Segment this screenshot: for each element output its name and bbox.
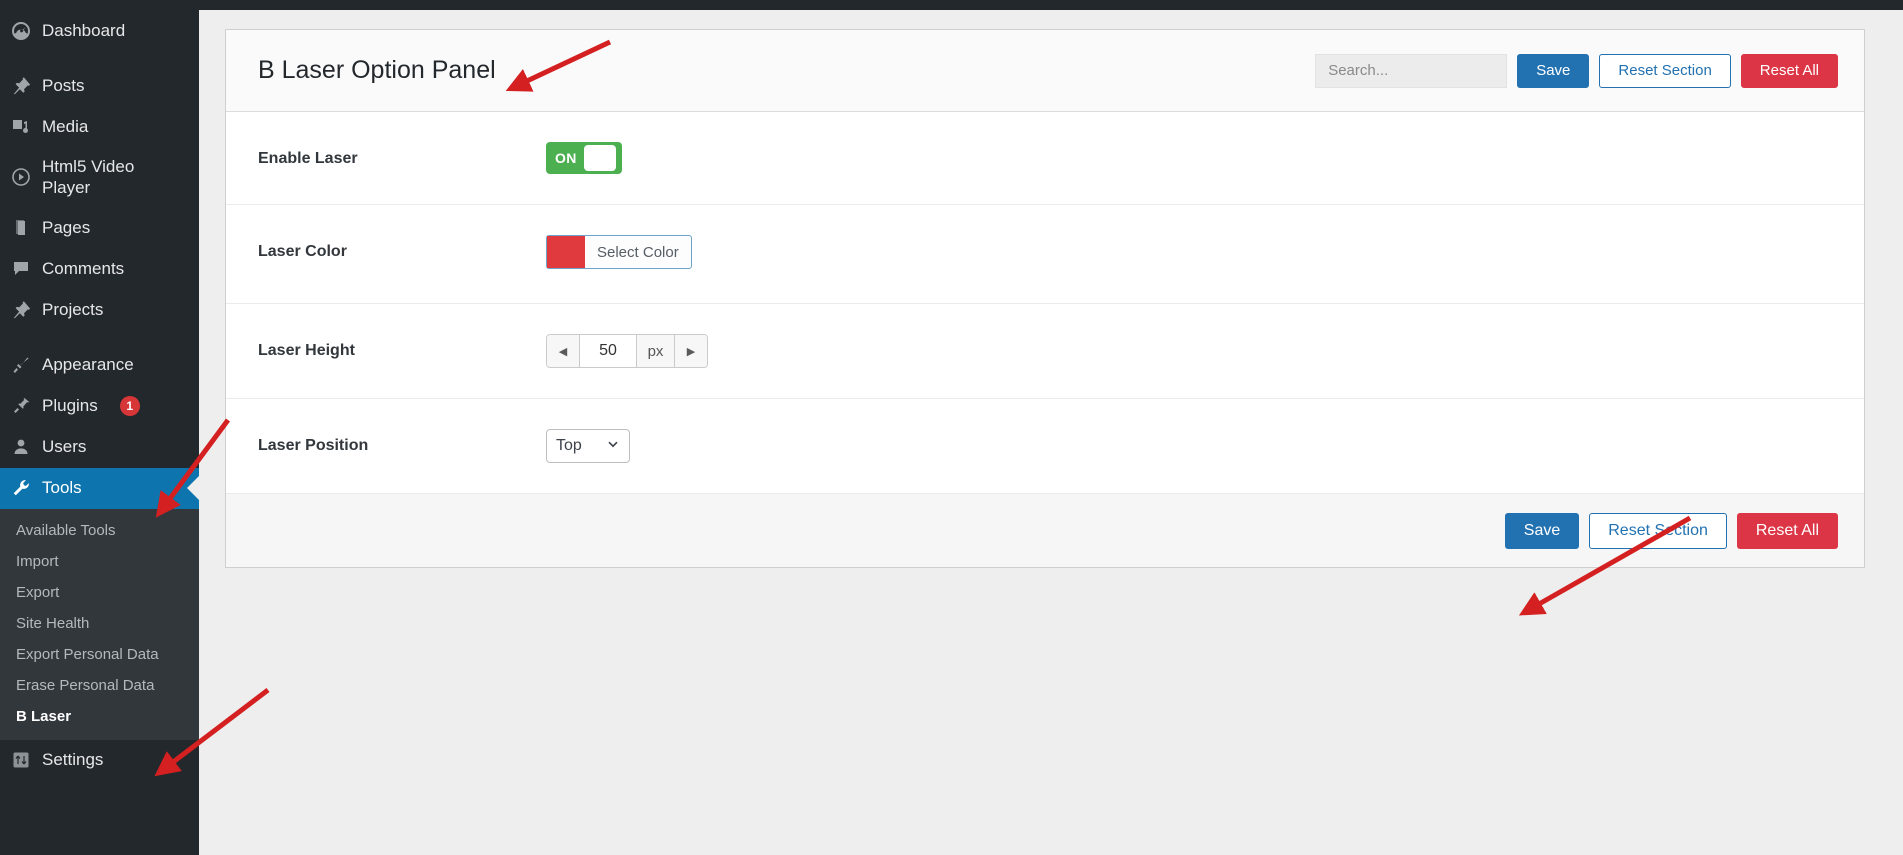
submenu-item-export[interactable]: Export	[0, 577, 199, 608]
submenu-item-b-laser[interactable]: B Laser	[0, 701, 199, 732]
reset-section-button-bottom[interactable]: Reset Section	[1589, 512, 1727, 549]
sidebar-item-label: Posts	[42, 75, 85, 95]
sliders-icon	[0, 750, 42, 770]
laser-position-select[interactable]: Top	[546, 429, 630, 463]
toggle-state-label: ON	[555, 150, 577, 166]
laser-height-input[interactable]	[580, 335, 636, 367]
panel-footer: Save Reset Section Reset All	[226, 494, 1864, 567]
toggle-knob	[583, 145, 616, 171]
plug-icon	[0, 396, 42, 416]
field-control: Top	[546, 429, 1838, 463]
sidebar-item-projects[interactable]: Projects	[0, 290, 199, 331]
option-panel: B Laser Option Panel Save Reset Section …	[225, 29, 1865, 568]
sidebar-divider	[0, 51, 199, 65]
sidebar-item-label: Dashboard	[42, 20, 126, 40]
panel-header: B Laser Option Panel Save Reset Section …	[226, 30, 1864, 112]
comment-icon	[0, 259, 42, 279]
sidebar-item-html5-video-player[interactable]: Html5 Video Player	[0, 147, 199, 208]
field-label: Enable Laser	[258, 150, 358, 167]
sidebar-item-label: Tools	[42, 478, 82, 498]
field-control: ◀ px ▶	[546, 334, 1838, 368]
laser-color-picker[interactable]: Select Color	[546, 235, 692, 269]
sidebar-item-label: Projects	[42, 300, 104, 320]
media-icon	[0, 117, 42, 137]
pages-icon	[0, 218, 42, 238]
sidebar-item-tools[interactable]: Tools	[0, 467, 199, 509]
reset-all-button-bottom[interactable]: Reset All	[1736, 512, 1838, 549]
search-input[interactable]	[1315, 53, 1508, 88]
sidebar-item-label: Media	[42, 116, 89, 136]
sidebar-item-label: Settings	[42, 750, 104, 770]
pin-icon	[0, 76, 42, 96]
sidebar-item-dashboard[interactable]: Dashboard	[0, 10, 199, 51]
submenu-item-available-tools[interactable]: Available Tools	[0, 515, 199, 546]
sidebar-item-label: Appearance	[42, 355, 134, 375]
increment-button[interactable]: ▶	[674, 335, 707, 367]
sidebar-item-label: Comments	[42, 259, 125, 279]
sidebar-item-settings[interactable]: Settings	[0, 740, 199, 781]
play-circle-icon	[0, 167, 42, 187]
field-label: Laser Color	[258, 243, 347, 260]
admin-sidebar: Dashboard Posts Media Html5 Video Player	[0, 0, 199, 855]
sidebar-item-label: Html5 Video Player	[42, 157, 135, 198]
user-icon	[0, 437, 42, 457]
color-swatch[interactable]	[547, 236, 585, 268]
sidebar-item-comments[interactable]: Comments	[0, 249, 199, 290]
panel-header-actions: Save Reset Section Reset All	[1315, 53, 1838, 88]
save-button-top[interactable]: Save	[1517, 53, 1590, 88]
decrement-button[interactable]: ◀	[547, 335, 580, 367]
plugins-update-badge: 1	[119, 396, 140, 416]
field-control: ON	[546, 142, 1838, 174]
tools-submenu: Available Tools Import Export Site Healt…	[0, 508, 199, 740]
laser-height-stepper: ◀ px ▶	[546, 334, 708, 368]
sidebar-item-label: Pages	[42, 218, 91, 238]
admin-page: Dashboard Posts Media Html5 Video Player	[0, 0, 1903, 855]
admin-bar	[0, 0, 1903, 10]
pin-icon	[0, 300, 42, 320]
page-title: B Laser Option Panel	[258, 56, 496, 84]
unit-label: px	[636, 335, 674, 367]
field-laser-position: Laser Position Top	[226, 399, 1864, 494]
sidebar-item-media[interactable]: Media	[0, 106, 199, 147]
field-enable-laser: Enable Laser ON	[226, 112, 1864, 205]
dashboard-icon	[0, 21, 42, 41]
brush-icon	[0, 355, 42, 375]
submenu-item-erase-personal-data[interactable]: Erase Personal Data	[0, 670, 199, 701]
enable-laser-toggle[interactable]: ON	[546, 142, 622, 174]
submenu-item-import[interactable]: Import	[0, 546, 199, 577]
select-color-label: Select Color	[597, 243, 679, 261]
sidebar-item-plugins[interactable]: Plugins 1	[0, 386, 199, 427]
sidebar-item-appearance[interactable]: Appearance	[0, 345, 199, 386]
field-laser-height: Laser Height ◀ px ▶	[226, 304, 1864, 399]
submenu-item-export-personal-data[interactable]: Export Personal Data	[0, 639, 199, 670]
chevron-down-icon	[606, 437, 620, 456]
sidebar-item-label: Plugins	[42, 396, 98, 416]
field-laser-color: Laser Color Select Color	[226, 205, 1864, 304]
sidebar-divider	[0, 331, 199, 345]
select-value: Top	[556, 437, 582, 454]
sidebar-item-posts[interactable]: Posts	[0, 65, 199, 106]
reset-section-button-top[interactable]: Reset Section	[1599, 53, 1731, 88]
sidebar-item-pages[interactable]: Pages	[0, 208, 199, 249]
sidebar-item-label: Users	[42, 437, 87, 457]
reset-all-button-top[interactable]: Reset All	[1740, 53, 1838, 88]
sidebar-item-users[interactable]: Users	[0, 427, 199, 468]
field-label: Laser Position	[258, 437, 369, 454]
field-label: Laser Height	[258, 342, 355, 359]
wrench-icon	[0, 478, 42, 498]
field-control: Select Color	[546, 235, 1838, 273]
submenu-item-site-health[interactable]: Site Health	[0, 608, 199, 639]
main-content: B Laser Option Panel Save Reset Section …	[199, 10, 1903, 855]
save-button-bottom[interactable]: Save	[1504, 512, 1580, 549]
